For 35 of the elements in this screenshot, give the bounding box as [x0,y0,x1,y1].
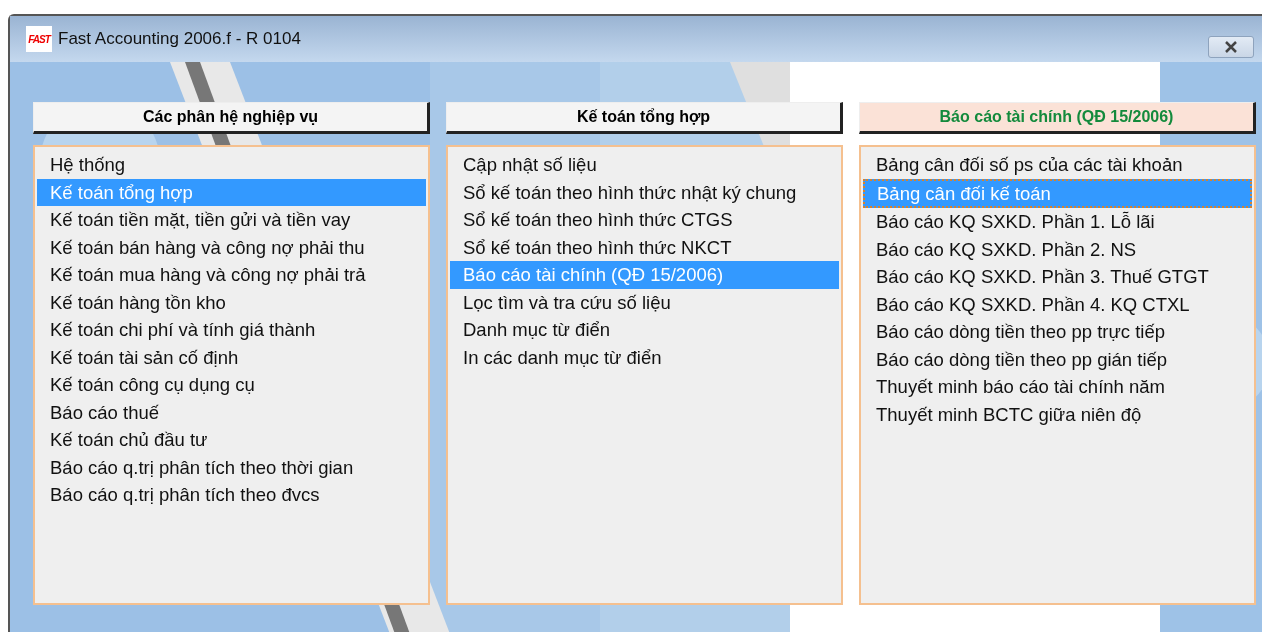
menu-item[interactable]: Báo cáo thuế [37,398,426,426]
menu-item[interactable]: Bảng cân đối số ps của các tài khoản [863,151,1252,179]
menu-item[interactable]: Sổ kế toán theo hình thức CTGS [450,206,839,234]
menu-item[interactable]: Kế toán hàng tồn kho [37,288,426,316]
menu-item[interactable]: Sổ kế toán theo hình thức nhật ký chung [450,178,839,206]
menu-item[interactable]: Báo cáo KQ SXKD. Phần 3. Thuế GTGT [863,263,1252,291]
menu-item[interactable]: Báo cáo KQ SXKD. Phần 2. NS [863,235,1252,263]
menu-item[interactable]: Kế toán bán hàng và công nợ phải thu [37,233,426,261]
menu-item[interactable]: Thuyết minh BCTC giữa niên độ [863,400,1252,428]
menu-item[interactable]: Cập nhật số liệu [450,151,839,179]
menu-item[interactable]: Kế toán công cụ dụng cụ [37,371,426,399]
menu-item[interactable]: Danh mục từ điển [450,316,839,344]
menu-item[interactable]: Kế toán chủ đầu tư [37,426,426,454]
window-title: Fast Accounting 2006.f - R 0104 [58,28,301,51]
menu-item[interactable]: Lọc tìm và tra cứu số liệu [450,288,839,316]
menu-item[interactable]: Sổ kế toán theo hình thức NKCT [450,233,839,261]
menu-item[interactable]: Báo cáo dòng tiền theo pp gián tiếp [863,345,1252,373]
menu-item[interactable]: Báo cáo q.trị phân tích theo thời gian [37,453,426,481]
close-button[interactable] [1208,36,1254,58]
column-header[interactable]: Các phân hệ nghiệp vụ [33,102,430,134]
column-header[interactable]: Kế toán tổng hợp [446,102,843,134]
menu-item[interactable]: Hệ thống [37,151,426,179]
menu-item[interactable]: Kế toán chi phí và tính giá thành [37,316,426,344]
menu-item[interactable]: Báo cáo dòng tiền theo pp trực tiếp [863,318,1252,346]
menu-item[interactable]: Báo cáo KQ SXKD. Phần 4. KQ CTXL [863,290,1252,318]
menu-item[interactable]: Thuyết minh báo cáo tài chính năm [863,373,1252,401]
menu-item[interactable]: In các danh mục từ điển [450,343,839,371]
column-header[interactable]: Báo cáo tài chính (QĐ 15/2006) [859,102,1256,134]
close-icon [1223,41,1239,53]
menu-item[interactable]: Kế toán tiền mặt, tiền gửi và tiền vay [37,206,426,234]
menu-item[interactable]: Báo cáo KQ SXKD. Phần 1. Lỗ lãi [863,208,1252,236]
menu-item[interactable]: Kế toán mua hàng và công nợ phải trả [37,261,426,289]
app-logo: FAST [26,26,52,52]
menu-item[interactable]: Kế toán tài sản cố định [37,343,426,371]
menu-item[interactable]: Báo cáo q.trị phân tích theo đvcs [37,481,426,509]
